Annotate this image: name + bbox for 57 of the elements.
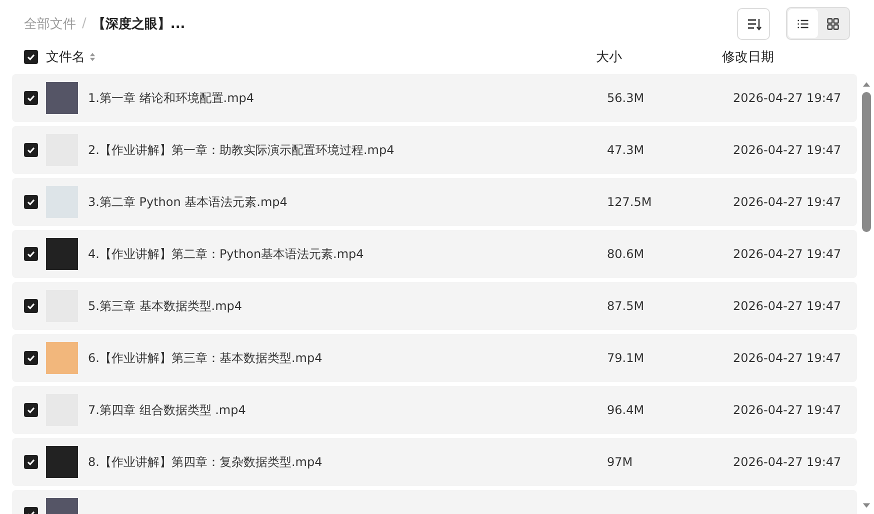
modified-date: 2026-04-27 19:47 — [733, 91, 842, 105]
video-thumbnail — [46, 446, 78, 478]
sort-icon[interactable] — [89, 52, 96, 62]
column-header[interactable]: 文件名 — [46, 48, 85, 66]
grid-icon — [826, 16, 840, 30]
scroll-down-icon[interactable] — [862, 502, 870, 510]
file-name: 6.【作业讲解】第三章：基本数据类型.mp4 — [88, 350, 322, 366]
checkbox[interactable] — [24, 403, 38, 417]
file-size: 56.3M — [607, 91, 644, 105]
file-size: 96.4M — [607, 403, 644, 417]
modified-date: 2026-04-27 19:47 — [733, 299, 842, 313]
checkbox[interactable] — [24, 143, 38, 157]
video-thumbnail — [46, 342, 78, 374]
checkbox[interactable] — [24, 351, 38, 365]
file-name: 8.【作业讲解】第四章：复杂数据类型.mp4 — [88, 454, 322, 470]
video-thumbnail — [46, 82, 78, 114]
modified-date: 2026-04-27 19:47 — [733, 455, 842, 469]
modified-date: 2026-04-27 19:47 — [733, 195, 842, 209]
file-name: 5.第三章 基本数据类型.mp4 — [88, 298, 242, 314]
column-header[interactable]: 修改日期 — [722, 50, 774, 65]
file-row[interactable]: 2.【作业讲解】第一章：助教实际演示配置环境过程.mp4 47.3M 2026-04-27 19:47 — [12, 126, 857, 174]
file-size: 87.5M — [607, 299, 644, 313]
file-row[interactable]: 7.第四章 组合数据类型 .mp4 96.4M 2026-04-27 19:47 — [12, 386, 857, 434]
file-name: 3.第二章 Python 基本语法元素.mp4 — [88, 194, 288, 210]
checkbox[interactable] — [24, 195, 38, 209]
checkbox[interactable] — [24, 455, 38, 469]
checkbox[interactable] — [24, 50, 38, 64]
checkbox[interactable] — [24, 91, 38, 105]
file-name: 2.【作业讲解】第一章：助教实际演示配置环境过程.mp4 — [88, 142, 394, 158]
modified-date: 2026-04-27 19:47 — [733, 247, 842, 261]
modified-date: 2026-04-27 19:47 — [733, 143, 842, 157]
file-row[interactable]: 3.第二章 Python 基本语法元素.mp4 127.5M 2026-04-27 19:47 — [12, 178, 857, 226]
file-row[interactable]: 8.【作业讲解】第四章：复杂数据类型.mp4 97M 2026-04-27 19:47 — [12, 438, 857, 486]
file-name: 7.第四章 组合数据类型 .mp4 — [88, 402, 246, 418]
file-row[interactable]: 5.第三章 基本数据类型.mp4 87.5M 2026-04-27 19:47 — [12, 282, 857, 330]
scroll-up-icon[interactable] — [862, 80, 870, 88]
file-size: 79.1M — [607, 351, 644, 365]
checkbox[interactable] — [24, 247, 38, 261]
scrollbar-thumb[interactable] — [862, 92, 870, 232]
column-header[interactable]: 大小 — [596, 50, 622, 65]
file-size: 47.3M — [607, 143, 644, 157]
file-row[interactable]: 1.第一章 绪论和环境配置.mp4 56.3M 2026-04-27 19:47 — [12, 74, 857, 122]
file-size: 97M — [607, 455, 633, 469]
list-view-button[interactable] — [788, 9, 818, 38]
breadcrumb-link[interactable]: 【深度之眼】... — [92, 14, 186, 32]
file-name: 1.第一章 绪论和环境配置.mp4 — [88, 90, 254, 106]
sort-button[interactable] — [737, 8, 770, 40]
modified-date: 2026-04-27 19:47 — [733, 351, 842, 365]
breadcrumb-separator: / — [82, 16, 86, 31]
modified-date: 2026-04-27 19:47 — [733, 403, 842, 417]
checkbox[interactable] — [24, 299, 38, 313]
file-size: 127.5M — [607, 195, 652, 209]
file-size: 80.6M — [607, 247, 644, 261]
file-name: 4.【作业讲解】第二章：Python基本语法元素.mp4 — [88, 246, 364, 262]
video-thumbnail — [46, 238, 78, 270]
file-row[interactable]: 4.【作业讲解】第二章：Python基本语法元素.mp4 80.6M 2026-04-27 19:47 — [12, 230, 857, 278]
file-row[interactable]: 6.【作业讲解】第三章：基本数据类型.mp4 79.1M 2026-04-27 19:47 — [12, 334, 857, 382]
